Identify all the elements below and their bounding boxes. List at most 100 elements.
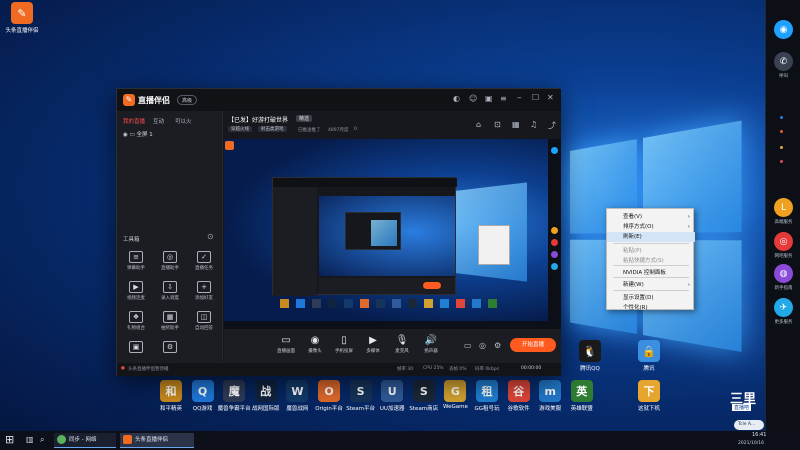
- desktop-shortcut[interactable]: 英英雄联盟: [562, 380, 602, 412]
- windows-taskbar: ⊞ ▥ ⌕ 同步 - 网络 头条直播伴侣 16:41 2021/10/16: [0, 431, 800, 450]
- headset-icon[interactable]: ◐: [453, 94, 460, 103]
- preview-taskbar: [224, 321, 561, 329]
- bag-icon[interactable]: ⊡: [494, 120, 501, 129]
- layout-icon[interactable]: ▦: [512, 120, 520, 129]
- record-icon[interactable]: ◎: [479, 341, 486, 350]
- preview-stage[interactable]: [224, 139, 561, 329]
- close-icon[interactable]: ✕: [547, 93, 554, 102]
- sidebar-service-label: 呼叫: [779, 74, 788, 79]
- context-menu-item[interactable]: 显示设置(D): [607, 293, 695, 303]
- sidebar-service-button[interactable]: ◎ 网吧服务: [773, 232, 794, 259]
- taskbar-item-live-companion[interactable]: 头条直播伴侣: [120, 433, 194, 448]
- user-icon[interactable]: ☺: [469, 94, 477, 103]
- control-button[interactable]: ▶ 多媒体: [361, 335, 385, 354]
- control-label: 直播画面: [277, 349, 295, 354]
- control-button[interactable]: ▭ 直播画面: [274, 335, 298, 354]
- toolbox-settings-icon[interactable]: ⊙: [207, 232, 214, 241]
- sidebar-service-icon: ✈: [774, 298, 793, 317]
- shortcut-icon: 下: [638, 380, 660, 402]
- tab-other[interactable]: 可以火: [175, 117, 192, 125]
- context-menu-item[interactable]: 个性化(R): [607, 303, 695, 313]
- context-menu-item[interactable]: 查看(V) ›: [607, 212, 695, 222]
- control-label: 手机投屏: [335, 349, 353, 354]
- clock-time[interactable]: 16:41: [752, 432, 766, 438]
- stream-title[interactable]: 【已发】好游打破世界: [228, 115, 288, 124]
- tool-icon: ▣: [129, 341, 143, 353]
- tool-button[interactable]: ⇩ 录入调度: [155, 281, 185, 301]
- scene-item[interactable]: ◉ ▭ 全屏 1: [123, 130, 153, 138]
- sidebar-service-label: 高端服务: [774, 220, 793, 225]
- sidebar-service-button[interactable]: ◉: [773, 20, 794, 41]
- tool-button[interactable]: ❖ 礼物组合: [121, 311, 151, 331]
- desktop-shortcut[interactable]: 🔒 腾讯: [629, 340, 669, 372]
- control-button[interactable]: 🔊 扬声器: [419, 335, 443, 354]
- qq-chip[interactable]: Tcle A...: [734, 420, 764, 430]
- start-button-icon[interactable]: ⊞: [5, 433, 14, 446]
- task-view-icon[interactable]: ▥: [26, 435, 34, 444]
- search-icon[interactable]: ⌕: [40, 435, 44, 445]
- minimize-icon[interactable]: –: [517, 93, 522, 103]
- lock-icon[interactable]: ▭: [130, 132, 135, 138]
- sidebar-service-button[interactable]: ✆ 呼叫: [773, 52, 794, 79]
- tool-button[interactable]: ◎ 直播助手: [155, 251, 185, 271]
- desktop-shortcut[interactable]: 下这就下机: [629, 380, 669, 412]
- context-menu-item[interactable]: 新建(W) ›: [607, 280, 695, 290]
- context-menu-item[interactable]: 粘贴(P): [607, 246, 695, 256]
- maximize-icon[interactable]: ☐: [532, 93, 539, 102]
- context-menu-label: 粘贴快捷方式(S): [623, 258, 664, 264]
- gift-icon[interactable]: ⌂: [476, 120, 481, 129]
- tool-button[interactable]: ▣: [121, 341, 151, 355]
- sidebar-service-icon: L: [774, 198, 793, 217]
- tool-button[interactable]: ≡ 弹幕助手: [121, 251, 151, 271]
- camera-icon[interactable]: ▭: [464, 341, 472, 350]
- sidebar-service-button[interactable]: ◍ 新手指南: [773, 264, 794, 291]
- control-button[interactable]: ▯ 手机投屏: [332, 335, 356, 354]
- genre-chip[interactable]: 射击类游戏: [258, 126, 287, 132]
- tool-button[interactable]: ◫ 自动回答: [189, 311, 219, 331]
- settings-icon[interactable]: ⚙: [494, 341, 501, 350]
- clock-date[interactable]: 2021/10/16: [738, 441, 764, 446]
- toolbox-header: 工具箱: [123, 237, 140, 243]
- shortcut-label: 腾讯QQ: [580, 366, 600, 372]
- tab-my-live[interactable]: 我的直播: [123, 117, 145, 125]
- desktop-shortcut[interactable]: 🐧 腾讯QQ: [570, 340, 610, 372]
- control-label: 扬声器: [424, 349, 438, 354]
- sidebar-service-button[interactable]: ✈ 更多服务: [773, 298, 794, 325]
- shortcut-label: 这就下机: [637, 406, 660, 412]
- control-button[interactable]: 🎙 麦克风: [390, 335, 414, 354]
- sidebar-service-icon: ◍: [774, 264, 793, 283]
- desktop-icon-app[interactable]: ✎ 头条直播伴侣: [2, 2, 42, 34]
- start-live-button[interactable]: 开始直播: [510, 338, 556, 352]
- shortcut-label: 腾讯: [643, 366, 655, 372]
- menu-separator: [613, 265, 689, 266]
- tool-button[interactable]: ▶ 视频连麦: [121, 281, 151, 301]
- context-menu-label: 粘贴(P): [623, 248, 642, 254]
- context-menu-label: 刷新(E): [623, 234, 642, 240]
- stat-month: 4897月度: [328, 128, 349, 133]
- live-timer: 00:00:00: [521, 366, 542, 371]
- menu-icon[interactable]: ≡: [500, 94, 507, 103]
- category-chip[interactable]: 穿越火线: [228, 126, 252, 132]
- tool-button[interactable]: ⚙: [155, 341, 185, 355]
- tool-button[interactable]: ✓ 直播任务: [189, 251, 219, 271]
- sidebar-service-label: 新手指南: [774, 286, 793, 291]
- context-menu-item[interactable]: 刷新(E): [607, 232, 695, 242]
- bell-icon[interactable]: ♫: [530, 120, 537, 129]
- stat-push: 已推送推了: [298, 128, 321, 133]
- tool-button[interactable]: ▦ 抽奖助手: [155, 311, 185, 331]
- tool-button[interactable]: + 添加好友: [189, 281, 219, 301]
- tool-label: 录入调度: [161, 296, 179, 301]
- control-button[interactable]: ◉ 摄像头: [303, 335, 327, 354]
- tool-icon: ◎: [163, 251, 177, 263]
- brand-badge[interactable]: 高级: [177, 95, 198, 105]
- tool-icon: ▦: [163, 311, 177, 323]
- taskbar-item-network[interactable]: 同步 - 网络: [54, 433, 116, 448]
- control-bar: ▭ 直播画面 ◉ 摄像头 ▯ 手机投屏 ▶ 多媒体 🎙 麦克风 🔊 扬声器 ▭ ◎ ⚙ 开始直播: [224, 329, 561, 363]
- share-icon[interactable]: ⤴: [548, 120, 556, 131]
- context-menu-item[interactable]: 排序方式(O) ›: [607, 222, 695, 232]
- skin-icon[interactable]: ▣: [485, 94, 493, 103]
- shortcut-icon: O: [318, 380, 340, 402]
- tab-interact[interactable]: 互动: [153, 117, 164, 125]
- eye-icon[interactable]: ◉: [123, 132, 128, 138]
- sidebar-service-button[interactable]: L 高端服务: [773, 198, 794, 225]
